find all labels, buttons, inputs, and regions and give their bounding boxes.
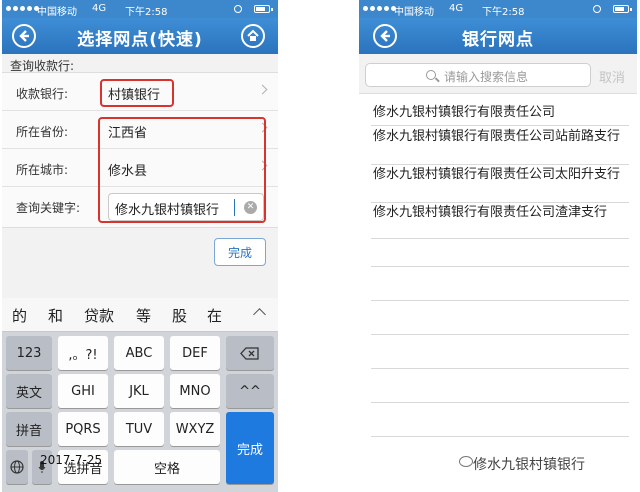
search-bar: 请输入搜索信息 取消 <box>359 54 637 94</box>
key-123[interactable]: 123 <box>6 336 52 370</box>
network-label: 4G <box>92 3 107 14</box>
left-phone-screen: 中国移动 4G 下午2:58 选择网点(快速) 查询收款行: 收款银行: 村镇银… <box>2 0 278 492</box>
search-placeholder: 请输入搜索信息 <box>444 70 529 84</box>
nav-bar: 银行网点 <box>359 18 637 54</box>
candidate-bar: 的 和 贷款 等 股 在 <box>2 298 278 332</box>
backspace-icon <box>240 346 259 360</box>
list-item[interactable]: 修水九银村镇银行有限责任公司 <box>373 104 629 121</box>
cancel-button[interactable]: 取消 <box>599 67 625 86</box>
right-phone-screen: 中国移动 4G 下午2:58 银行网点 请输入搜索信息 取消 修水九银村镇银行有… <box>359 0 637 492</box>
home-icon[interactable] <box>241 24 265 48</box>
location-highlight-box <box>98 117 266 223</box>
done-button[interactable]: 完成 <box>214 238 266 266</box>
page-title: 银行网点 <box>462 30 534 50</box>
status-bar: 中国移动 4G 下午2:58 <box>359 0 637 18</box>
bank-highlight-box <box>100 79 174 107</box>
wechat-icon <box>459 456 473 467</box>
watermark-text: 修水九银村镇银行 <box>473 457 585 473</box>
divider <box>371 368 629 369</box>
composite-screenshot: 中国移动 4G 下午2:58 选择网点(快速) 查询收款行: 收款银行: 村镇银… <box>0 0 640 492</box>
carrier-label: 中国移动 <box>394 7 434 18</box>
list-item[interactable]: 修水九银村镇银行有限责任公司渣津支行 <box>373 204 629 221</box>
candidate-item[interactable]: 在 <box>207 305 222 326</box>
city-label: 所在城市: <box>16 163 69 177</box>
province-label: 所在省份: <box>16 125 69 139</box>
divider <box>371 202 629 203</box>
backspace-key[interactable] <box>226 336 274 370</box>
page-title: 选择网点(快速) <box>77 30 203 50</box>
signal-icon <box>6 6 39 11</box>
divider <box>371 436 629 437</box>
candidate-item[interactable]: 贷款 <box>84 305 114 326</box>
key-wxyz[interactable]: WXYZ <box>170 412 220 446</box>
key-pqrs[interactable]: PQRS <box>58 412 108 446</box>
candidate-item[interactable]: 等 <box>136 305 151 326</box>
clock-label: 下午2:58 <box>482 7 525 18</box>
search-input[interactable]: 请输入搜索信息 <box>365 63 591 87</box>
divider <box>371 125 629 126</box>
bank-label: 收款银行: <box>16 87 69 101</box>
nav-bar: 选择网点(快速) <box>2 18 278 54</box>
key-mno[interactable]: MNO <box>170 374 220 408</box>
chevron-up-icon[interactable] <box>253 308 266 321</box>
divider <box>371 164 629 165</box>
divider <box>371 300 629 301</box>
key-jkl[interactable]: JKL <box>114 374 164 408</box>
key-tuv[interactable]: TUV <box>114 412 164 446</box>
list-item[interactable]: 修水九银村镇银行有限责任公司太阳升支行 <box>373 166 629 183</box>
key-english[interactable]: 英文 <box>6 374 52 408</box>
key-ghi[interactable]: GHI <box>58 374 108 408</box>
divider <box>371 402 629 403</box>
status-bar: 中国移动 4G 下午2:58 <box>2 0 278 18</box>
clock-label: 下午2:58 <box>125 7 168 18</box>
divider <box>371 266 629 267</box>
search-icon <box>426 70 436 80</box>
network-label: 4G <box>449 3 464 14</box>
alarm-icon <box>234 5 242 13</box>
globe-icon[interactable] <box>6 450 28 484</box>
alarm-icon <box>593 5 601 13</box>
candidate-item[interactable]: 的 <box>12 305 27 326</box>
battery-icon <box>254 5 273 13</box>
candidate-item[interactable]: 和 <box>48 305 63 326</box>
list-item[interactable]: 修水九银村镇银行有限责任公司站前路支行 <box>373 128 629 145</box>
battery-icon <box>613 5 632 13</box>
divider <box>371 238 629 239</box>
query-form: 收款银行: 村镇银行 所在省份: 江西省 所在城市: 修水县 查询关键字: 修水… <box>2 72 278 228</box>
divider <box>371 334 629 335</box>
candidate-item[interactable]: 股 <box>172 305 187 326</box>
carrier-label: 中国移动 <box>37 7 77 18</box>
chevron-right-icon <box>257 84 268 95</box>
space-key[interactable]: 空格 <box>114 450 220 484</box>
keyword-label: 查询关键字: <box>16 201 81 215</box>
key-pinyin[interactable]: 拼音 <box>6 412 52 446</box>
keyboard-done-button[interactable]: 完成 <box>226 412 274 484</box>
key-punct[interactable]: ,。?! <box>58 336 108 370</box>
key-emoticon[interactable]: ^^ <box>226 374 274 408</box>
signal-icon <box>363 6 396 11</box>
key-abc[interactable]: ABC <box>114 336 164 370</box>
key-def[interactable]: DEF <box>170 336 220 370</box>
date-stamp: 2017-7-25 <box>40 453 103 467</box>
